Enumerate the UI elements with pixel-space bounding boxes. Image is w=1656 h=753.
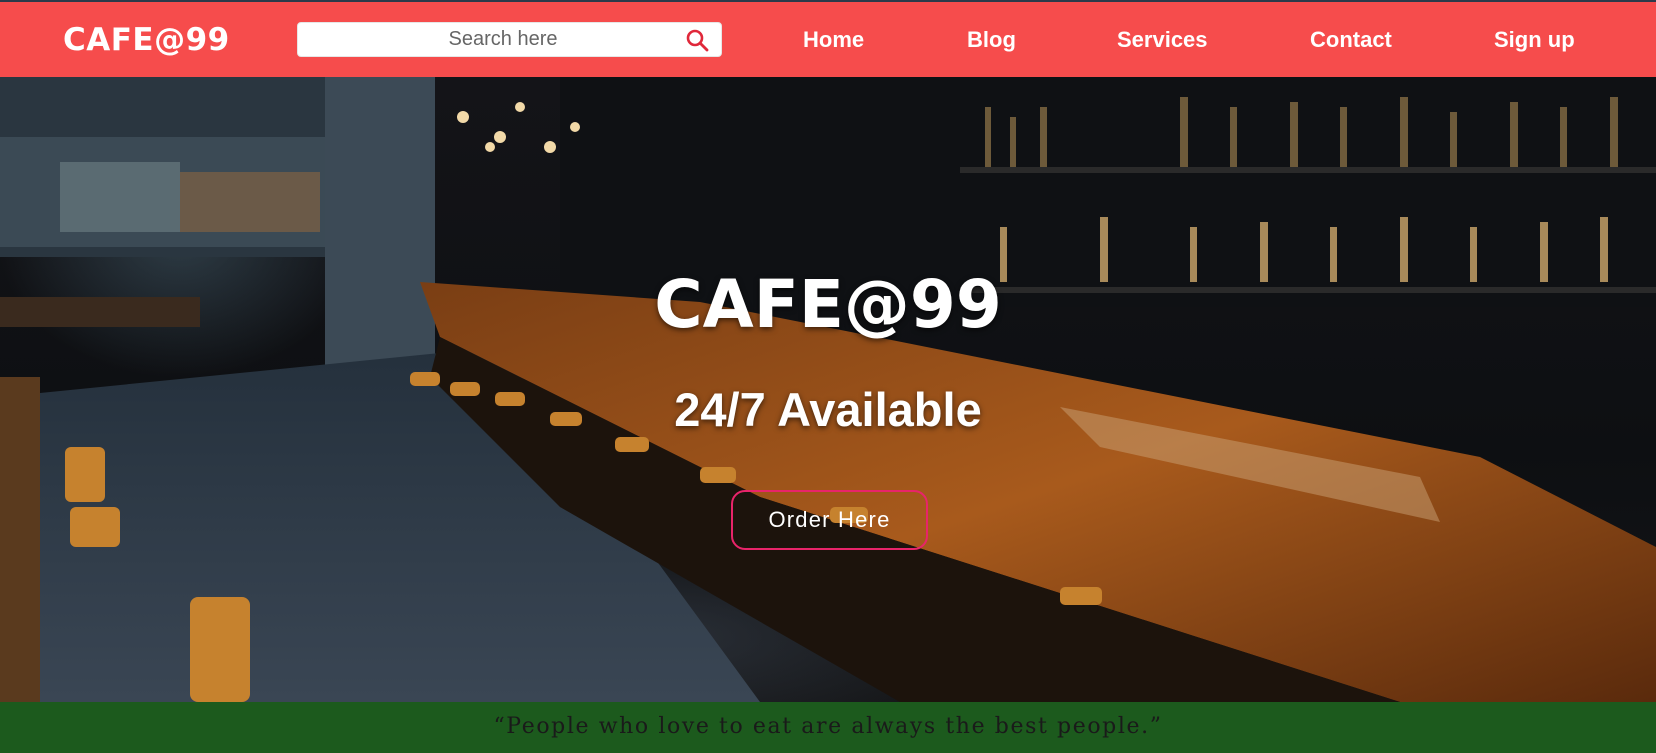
search-input[interactable] xyxy=(298,23,678,56)
quote-text: “People who love to eat are always the b… xyxy=(493,714,1163,739)
nav-signup-link[interactable]: Sign up xyxy=(1494,22,1575,58)
hero-title: CAFE@99 xyxy=(654,266,1002,343)
brand-logo[interactable]: CAFE@99 xyxy=(63,20,230,60)
hero-subtitle: 24/7 Available xyxy=(674,383,982,436)
quote-bar: “People who love to eat are always the b… xyxy=(0,702,1656,753)
order-button[interactable]: Order Here xyxy=(731,490,928,550)
nav-home-link[interactable]: Home xyxy=(803,22,864,58)
nav-services-link[interactable]: Services xyxy=(1117,22,1208,58)
hero-section: CAFE@99 24/7 Available Order Here xyxy=(0,77,1656,702)
navbar: CAFE@99 Home Blog Services Contact Sign … xyxy=(0,2,1656,77)
search-icon[interactable] xyxy=(685,28,709,52)
nav-contact-link[interactable]: Contact xyxy=(1310,22,1392,58)
nav-blog-link[interactable]: Blog xyxy=(967,22,1016,58)
search-box xyxy=(297,22,722,57)
